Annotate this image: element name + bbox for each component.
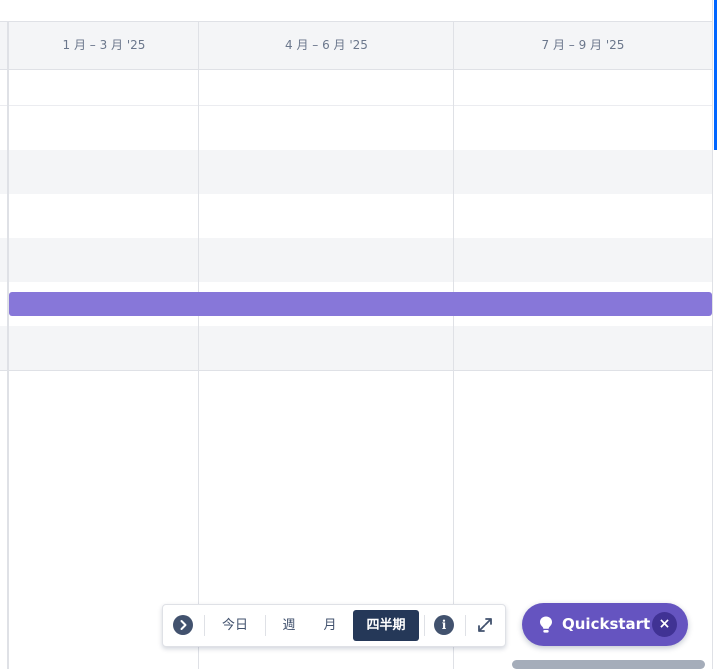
- timeline-row: [0, 238, 712, 282]
- timeline-row: [0, 70, 712, 106]
- week-view-button[interactable]: 週: [271, 610, 307, 641]
- column-header-q3: 7 月 – 9 月 '25: [541, 38, 625, 52]
- timeline-row: [0, 150, 712, 194]
- timeline-row: [0, 326, 712, 371]
- column-divider: [453, 22, 454, 669]
- timeline-bar[interactable]: [9, 292, 712, 316]
- expand-icon[interactable]: [475, 615, 495, 635]
- chevron-right-icon[interactable]: [173, 615, 193, 635]
- quickstart-button[interactable]: Quickstart ×: [522, 603, 688, 646]
- quickstart-label: Quickstart: [562, 615, 651, 633]
- lightbulb-icon: [538, 615, 554, 635]
- today-button[interactable]: 今日: [211, 610, 259, 641]
- info-icon[interactable]: i: [434, 615, 454, 635]
- close-icon[interactable]: ×: [652, 612, 677, 637]
- timeline-topbar: [0, 0, 712, 22]
- toolbar-separator: [424, 615, 425, 636]
- month-view-button[interactable]: 月: [312, 610, 348, 641]
- vertical-scroll-accent[interactable]: [714, 0, 717, 150]
- quarter-view-button[interactable]: 四半期: [353, 610, 419, 641]
- column-divider: [198, 22, 199, 669]
- column-header-q2: 4 月 – 6 月 '25: [285, 38, 368, 52]
- toolbar-separator: [204, 615, 205, 636]
- timeline-left-divider: [7, 22, 9, 669]
- toolbar-separator: [465, 615, 466, 636]
- timeline-header: 1 月 – 3 月 '25 4 月 – 6 月 '25 7 月 – 9 月 '2…: [0, 22, 712, 70]
- timeline-row: [0, 194, 712, 238]
- timeline-grid: 1 月 – 3 月 '25 4 月 – 6 月 '25 7 月 – 9 月 '2…: [0, 0, 718, 669]
- horizontal-scrollbar-thumb[interactable]: [512, 660, 705, 669]
- toolbar-separator: [265, 615, 266, 636]
- column-header-q1: 1 月 – 3 月 '25: [62, 38, 146, 52]
- timeline-row: [0, 106, 712, 150]
- timeline-view-toolbar: 今日 週 月 四半期 i: [162, 604, 506, 647]
